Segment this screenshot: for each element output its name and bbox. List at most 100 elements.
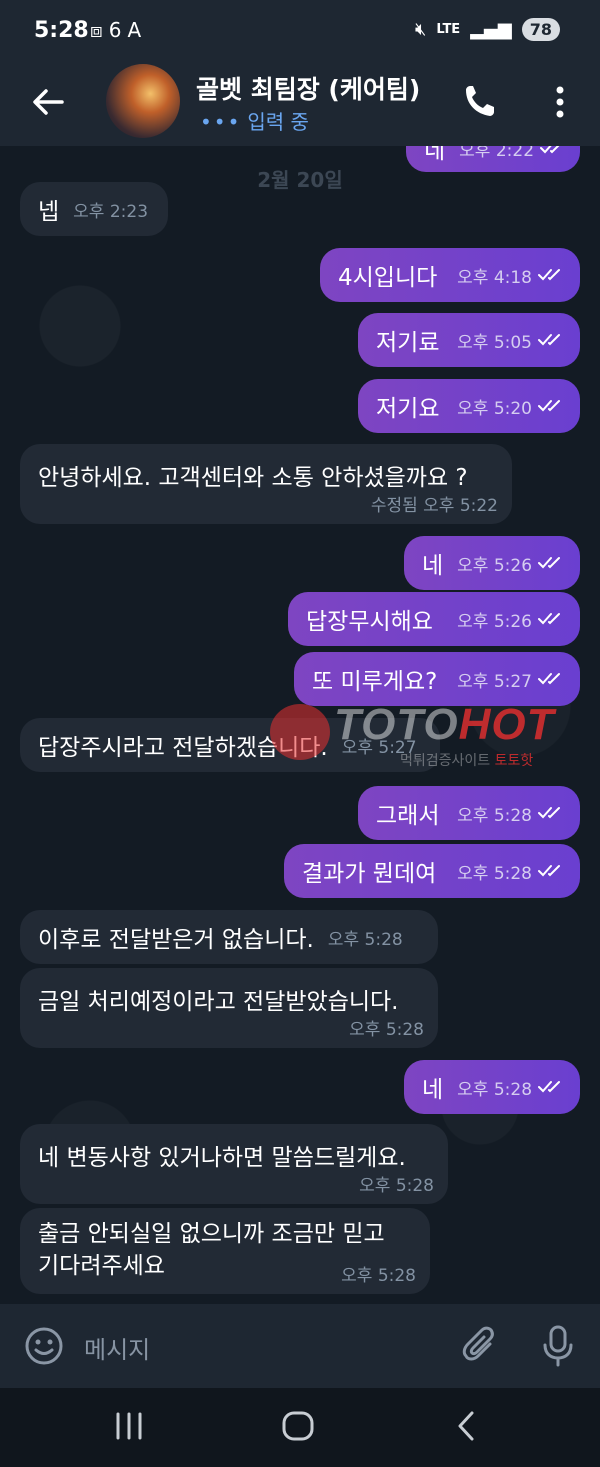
message-text: 저기료 (376, 330, 440, 356)
message-bubble[interactable]: 이후로 전달받은거 없습니다. 오후 5:28 (20, 910, 438, 964)
double-check-icon (538, 613, 560, 625)
message-text: 금일 처리예정이라고 전달받았습니다. (38, 989, 399, 1015)
typing-dots-icon: ••• (200, 110, 242, 134)
message-meta: 오후 5:27 (457, 667, 566, 692)
message-meta: 오후 5:26 (457, 551, 566, 576)
network-label: LTE (436, 22, 461, 37)
message-time: 오후 5:28 (359, 1176, 434, 1196)
message-bubble[interactable]: 또 미루게요? 오후 5:27 (294, 652, 580, 706)
status-time: 5:28 (34, 18, 89, 43)
message-text: 네 (422, 1077, 444, 1103)
microphone-icon[interactable] (540, 1324, 576, 1368)
avatar[interactable] (106, 64, 180, 138)
watermark-subtitle: 먹튀검증사이트 토토핫 (400, 750, 533, 770)
message-time: 오후 5:28 (349, 1020, 424, 1040)
notification-icons: ⧈6A (90, 18, 147, 42)
message-list[interactable]: 2월 20일 네 오후 2:22 넵 오후 2:23 4시입니다 오후 4:18… (0, 146, 600, 1304)
message-text: 답장무시해요 (306, 609, 433, 635)
watermark-brand-b: HOT (458, 700, 555, 749)
message-bubble[interactable]: 네 변동사항 있거나하면 말씀드릴게요. 오후 5:28 (20, 1124, 448, 1204)
message-bubble[interactable]: 안녕하세요. 고객센터와 소통 안하셨을까요 ? 수정됨 오후 5:22 (20, 444, 512, 524)
battery-badge: 78 (521, 18, 560, 41)
double-check-icon (538, 400, 560, 412)
chat-title[interactable]: 골벳 최팀장 (케어팀) (196, 70, 440, 106)
typing-label: 입력 중 (247, 110, 309, 134)
message-time: 수정됨 오후 5:22 (370, 496, 498, 516)
message-meta: 오후 5:28 (457, 859, 566, 884)
double-check-icon (538, 334, 560, 346)
message-bubble[interactable]: 4시입니다 오후 4:18 (320, 248, 580, 302)
message-time: 오후 5:28 (457, 863, 532, 884)
chat-header: 골벳 최팀장 (케어팀) ••• 입력 중 (0, 62, 600, 147)
message-time: 오후 5:28 (327, 929, 403, 950)
message-text: 또 미루게요? (312, 669, 438, 695)
message-bubble[interactable]: 금일 처리예정이라고 전달받았습니다. 오후 5:28 (20, 968, 438, 1048)
message-bubble[interactable]: 결과가 뭔데여 오후 5:28 (284, 844, 580, 898)
six-icon: 6 (108, 18, 128, 42)
message-text: 네 (424, 146, 446, 164)
message-bubble[interactable]: 그래서 오후 5:28 (358, 786, 580, 840)
message-time: 오후 5:27 (457, 671, 532, 692)
message-bubble[interactable]: 저기요 오후 5:20 (358, 379, 580, 433)
message-time: 오후 5:28 (457, 1079, 533, 1100)
double-check-icon (538, 865, 560, 877)
a-icon: A (127, 18, 148, 42)
message-bubble[interactable]: 네 오후 5:26 (404, 536, 580, 590)
typing-status: ••• 입력 중 (200, 106, 309, 135)
message-text: 4시입니다 (338, 265, 438, 291)
message-text: 안녕하세요. 고객센터와 소통 안하셨을까요 ? (38, 465, 468, 491)
message-bubble[interactable]: 네 오후 2:22 (406, 146, 580, 172)
double-check-icon (538, 807, 560, 819)
message-bubble[interactable]: 넵 오후 2:23 (20, 182, 168, 236)
nav-back-icon[interactable] (452, 1410, 482, 1442)
watermark-sub-b: 토토핫 (494, 753, 534, 769)
message-text: 네 변동사항 있거나하면 말씀드릴게요. (38, 1145, 406, 1171)
message-meta: 오후 5:05 (457, 328, 566, 353)
message-text: 네 (422, 553, 444, 579)
double-check-icon (540, 146, 560, 154)
double-check-icon (538, 269, 560, 281)
message-input[interactable]: 메시지 (84, 1330, 150, 1365)
status-bar: 5:28 ⧈6A 🔇︎ LTE ▂▄▆ 78 (0, 0, 600, 62)
message-bubble[interactable]: 답장무시해요 오후 5:26 (288, 592, 580, 646)
composer: 메시지 (0, 1304, 600, 1388)
message-meta: 오후 5:28 (457, 801, 566, 826)
home-icon[interactable] (280, 1410, 316, 1442)
message-meta: 오후 4:18 (457, 263, 566, 288)
message-bubble[interactable]: 출금 안되실일 없으니까 조금만 믿고 기다려주세요 오후 5:28 (20, 1208, 430, 1294)
message-bubble[interactable]: 네 오후 5:28 (404, 1060, 580, 1114)
message-text: 출금 안되실일 없으니까 조금만 믿고 (38, 1221, 385, 1247)
message-time: 오후 2:22 (459, 146, 535, 161)
emoji-icon[interactable] (24, 1326, 64, 1366)
message-time: 오후 5:20 (457, 398, 532, 419)
message-time: 오후 5:05 (457, 332, 532, 353)
message-text: 결과가 뭔데여 (302, 861, 437, 887)
back-arrow-icon[interactable] (28, 82, 68, 122)
message-text: 그래서 (376, 803, 440, 829)
message-time: 오후 4:18 (457, 267, 532, 288)
double-check-icon (538, 673, 560, 685)
mute-icon: 🔇︎ (414, 19, 427, 40)
message-text: 저기요 (376, 396, 440, 422)
message-time: 오후 5:26 (457, 555, 533, 576)
watermark-brand-a: TOTO (334, 700, 459, 749)
message-time: 오후 2:23 (73, 201, 149, 222)
recent-apps-icon[interactable] (112, 1412, 146, 1440)
more-vert-icon[interactable] (548, 82, 572, 122)
screenshot-icon: ⧈ (90, 18, 109, 42)
message-meta: 오후 5:26 (457, 607, 566, 632)
system-nav-bar (0, 1388, 600, 1467)
watermark-brand: TOTOHOT (334, 700, 555, 750)
message-meta: 오후 5:20 (457, 394, 566, 419)
watermark-sub-a: 먹튀검증사이트 (400, 753, 491, 769)
message-time: 오후 5:28 (341, 1266, 416, 1286)
attach-icon[interactable] (460, 1326, 500, 1366)
message-time: 오후 5:26 (457, 611, 532, 632)
message-text: 이후로 전달받은거 없습니다. (38, 927, 314, 953)
phone-icon[interactable] (462, 80, 498, 120)
double-check-icon (538, 557, 561, 569)
message-bubble[interactable]: 저기료 오후 5:05 (358, 313, 580, 367)
double-check-icon (538, 1081, 561, 1093)
message-text: 넵 (38, 199, 60, 225)
watermark: TOTOHOT 먹튀검증사이트 토토핫 (270, 700, 600, 780)
